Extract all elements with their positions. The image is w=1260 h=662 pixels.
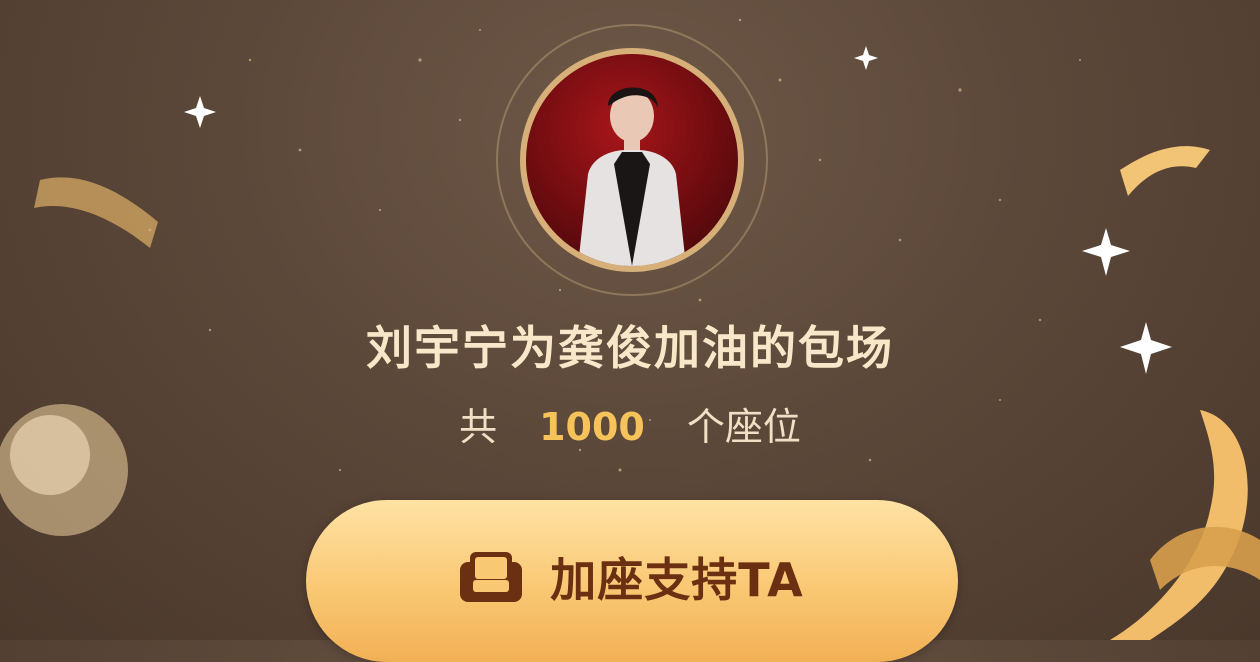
seat-suffix: 个座位 [686,405,801,449]
seat-icon [460,552,523,602]
add-seat-button[interactable]: 加座支持TA [306,500,958,662]
seat-count-line: 共 1000 个座位 [0,396,1260,451]
seat-count: 1000 [539,405,645,449]
add-seat-button-label: 加座支持TA [550,553,804,607]
seat-prefix: 共 [459,405,498,449]
person-photo-icon [578,87,686,266]
avatar[interactable] [520,48,744,272]
banner-title: 刘宇宁为龚俊加油的包场 [366,321,894,375]
